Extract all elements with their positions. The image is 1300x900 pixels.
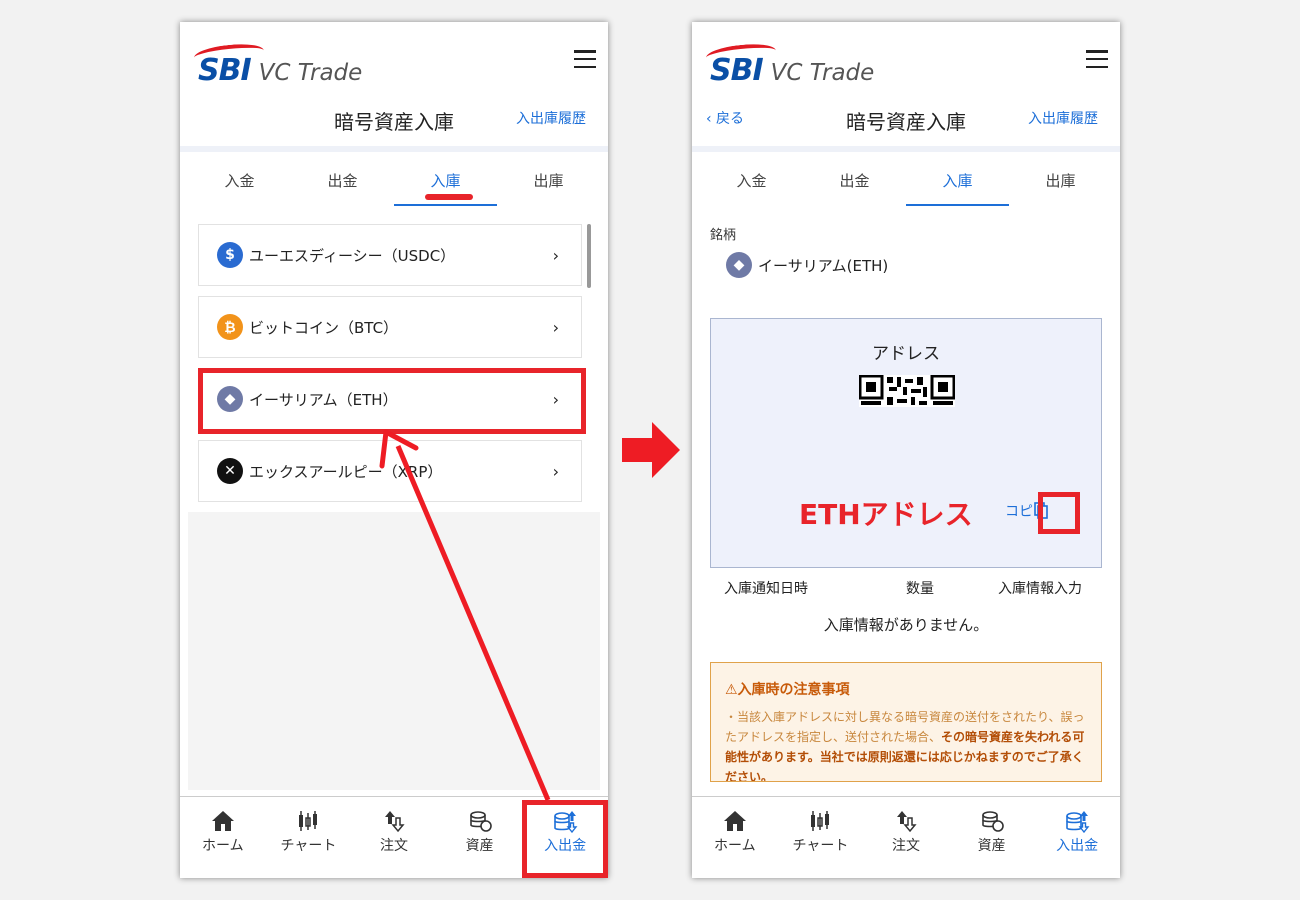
qr-code-icon — [859, 375, 955, 407]
nav-assets[interactable]: 資産 — [949, 797, 1035, 878]
page-header: 暗号資産入庫 入出庫履歴 — [180, 100, 608, 146]
caution-notice: ⚠入庫時の注意事項 ・当該入庫アドレスに対し異なる暗号資産の送付をされたり、誤っ… — [710, 662, 1102, 782]
history-link[interactable]: 入出庫履歴 — [1028, 108, 1098, 128]
address-title: アドレス — [872, 344, 940, 364]
home-icon — [723, 811, 746, 831]
brand-section-label: 銘柄 — [710, 228, 737, 243]
chart-icon — [811, 811, 830, 831]
nav-home[interactable]: ホーム — [692, 797, 778, 878]
notice-body: ・当該入庫アドレスに対し異なる暗号資産の送付をされたり、誤ったアドレスを指定し、… — [725, 710, 1085, 782]
tab-withdraw-fiat[interactable]: 出金 — [291, 152, 394, 206]
history-link[interactable]: 入出庫履歴 — [516, 108, 586, 128]
usdc-icon: $ — [217, 242, 243, 268]
highlight-box-nav — [522, 800, 608, 878]
deposit-info-header: 入庫通知日時 数量 入庫情報入力 — [692, 578, 1120, 602]
home-icon — [211, 811, 234, 831]
tab-deposit-crypto[interactable]: 入庫 — [906, 152, 1009, 206]
deposit-withdraw-icon — [1066, 811, 1090, 833]
nav-chart[interactable]: チャート — [778, 797, 864, 878]
empty-message: 入庫情報がありません。 — [823, 616, 989, 634]
list-scrollbar[interactable] — [587, 224, 591, 288]
col-info-input: 入庫情報入力 — [998, 581, 1082, 597]
nav-chart[interactable]: チャート — [266, 797, 352, 878]
selected-coin: ◆ イーサリアム(ETH) — [726, 252, 888, 278]
tab-deposit-fiat[interactable]: 入金 — [188, 152, 291, 206]
chevron-right-icon: › — [552, 317, 559, 337]
tab-withdraw-fiat[interactable]: 出金 — [803, 152, 906, 206]
tab-bar: 入金 出金 入庫 出庫 — [180, 152, 608, 206]
coin-label: エックスアールピー（XRP） — [249, 462, 443, 481]
nav-order[interactable]: 注文 — [863, 797, 949, 878]
eth-icon: ◆ — [726, 252, 752, 278]
order-icon — [384, 811, 405, 833]
hamburger-menu-icon[interactable] — [574, 50, 596, 68]
col-notify-datetime: 入庫通知日時 — [724, 581, 808, 597]
assets-icon — [469, 811, 492, 832]
chevron-right-icon: › — [552, 461, 559, 481]
col-quantity: 数量 — [906, 581, 934, 597]
assets-icon — [981, 811, 1004, 832]
highlight-box-copy — [1038, 492, 1080, 534]
hamburger-menu-icon[interactable] — [1086, 50, 1108, 68]
highlight-box-eth — [198, 368, 586, 434]
highlight-underline — [425, 194, 473, 200]
xrp-icon: ✕ — [217, 458, 243, 484]
tab-withdraw-crypto[interactable]: 出庫 — [497, 152, 600, 206]
chevron-right-icon: › — [552, 245, 559, 265]
sbi-vc-trade-logo: SBI VC Trade — [705, 38, 874, 88]
nav-assets[interactable]: 資産 — [437, 797, 523, 878]
order-icon — [896, 811, 917, 833]
page-header: ‹ 戻る 暗号資産入庫 入出庫履歴 — [692, 100, 1120, 146]
btc-icon: ₿ — [217, 314, 243, 340]
coin-item-xrp[interactable]: ✕ エックスアールピー（XRP） › — [198, 440, 582, 502]
bottom-nav: ホーム チャート 注文 資産 入出金 — [692, 796, 1120, 878]
left-phone-screen: SBI VC Trade 暗号資産入庫 入出庫履歴 入金 出金 入庫 出庫 $ … — [180, 22, 608, 878]
chart-icon — [299, 811, 318, 831]
tab-deposit-fiat[interactable]: 入金 — [700, 152, 803, 206]
empty-area — [188, 512, 600, 790]
arrow-right-icon — [622, 422, 680, 478]
nav-order[interactable]: 注文 — [351, 797, 437, 878]
nav-deposit-withdraw[interactable]: 入出金 — [1034, 797, 1120, 878]
coin-item-usdc[interactable]: $ ユーエスディーシー（USDC） › — [198, 224, 582, 286]
eth-address-label: ETHアドレス — [799, 498, 973, 531]
tab-bar: 入金 出金 入庫 出庫 — [692, 152, 1120, 206]
right-phone-screen: SBI VC Trade ‹ 戻る 暗号資産入庫 入出庫履歴 入金 出金 入庫 … — [692, 22, 1120, 878]
tab-withdraw-crypto[interactable]: 出庫 — [1009, 152, 1112, 206]
coin-item-btc[interactable]: ₿ ビットコイン（BTC） › — [198, 296, 582, 358]
sbi-vc-trade-logo: SBI VC Trade — [193, 38, 362, 88]
coin-label: ビットコイン（BTC） — [249, 318, 399, 337]
notice-title: ⚠入庫時の注意事項 — [725, 682, 850, 698]
coin-label: ユーエスディーシー（USDC） — [249, 246, 456, 265]
nav-home[interactable]: ホーム — [180, 797, 266, 878]
